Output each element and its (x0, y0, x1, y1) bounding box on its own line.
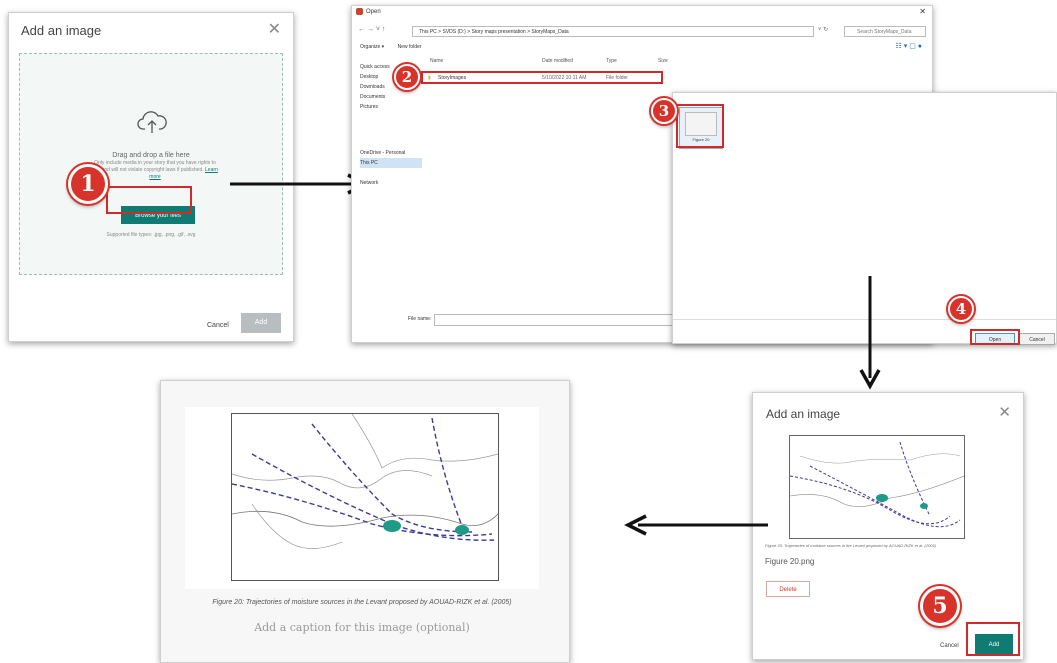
step-badge-4: 4 (948, 296, 974, 322)
highlight-browse (106, 186, 192, 214)
dialog-title: Add an image (766, 407, 841, 421)
map-figure-icon (231, 413, 499, 549)
close-icon[interactable]: ✕ (919, 7, 926, 16)
close-icon[interactable]: ✕ (998, 403, 1011, 421)
cancel-button[interactable]: Cancel (940, 643, 959, 649)
cancel-button[interactable]: Cancel (1019, 333, 1055, 345)
toolbar: Organize ▾ New folder (360, 44, 433, 50)
dialog-title: Add an image (21, 23, 102, 38)
col-name[interactable]: Name (430, 58, 443, 64)
nav-arrows-icon[interactable]: ← → ˅ ↑ (358, 26, 385, 33)
figure-caption: Figure 20: Trajectories of moisture sour… (212, 599, 512, 606)
delete-button[interactable]: Delete (766, 581, 810, 597)
new-folder-button[interactable]: New folder (398, 44, 422, 50)
add-image-dialog-preview: Add an image ✕ Figure 20: Trajectories o… (752, 392, 1024, 660)
nav-item-this-pc[interactable]: This PC (360, 158, 422, 168)
drop-zone[interactable]: Drag and drop a file here Only include m… (19, 53, 283, 275)
titlebar: Open ✕ (352, 6, 932, 20)
address-bar[interactable]: This PC > SVDS (D:) > Story maps present… (412, 26, 814, 37)
close-icon[interactable]: ✕ (268, 19, 281, 39)
step-badge-2: 2 (394, 64, 420, 90)
nav-item-network[interactable]: Network (360, 178, 422, 188)
col-size[interactable]: Size (658, 58, 668, 64)
cancel-button[interactable]: Cancel (207, 322, 229, 329)
figure-caption: Figure 20: Trajectories of moisture sour… (765, 543, 936, 548)
drag-drop-text: Drag and drop a file here (112, 152, 190, 159)
file-name-label: File name: (408, 316, 432, 322)
supported-types-text: Supported file types: .jpg, .png, .gif, … (106, 232, 196, 238)
col-date[interactable]: Date modified (542, 58, 573, 64)
step-badge-5: 5 (920, 586, 960, 626)
highlight-open (970, 329, 1020, 345)
arrow-right-1 (230, 173, 370, 195)
map-thumbnail-icon (789, 441, 965, 528)
app-icon (356, 8, 363, 15)
cloud-upload-icon (137, 111, 167, 133)
nav-item-documents[interactable]: Documents (360, 92, 422, 102)
caption-input[interactable]: Add a caption for this image (optional) (185, 621, 539, 634)
dialog-title: Open (366, 9, 381, 15)
nav-item-pictures[interactable]: Pictures (360, 102, 422, 112)
file-name-input[interactable] (434, 314, 676, 326)
rights-info-text: Only include media in your story that yo… (92, 160, 218, 180)
arrow-down (859, 276, 881, 390)
search-input[interactable]: Search StoryMaps_Data (844, 26, 926, 37)
organize-menu[interactable]: Organize ▾ (360, 44, 384, 50)
highlight-add (966, 622, 1020, 656)
view-options-icon[interactable]: ☷ ▾ ▢ ● (896, 42, 922, 50)
add-button-disabled: Add (241, 313, 281, 333)
map-image[interactable] (231, 413, 499, 581)
refresh-icon[interactable]: ˅ ↻ (818, 26, 828, 33)
step-badge-1: 1 (68, 164, 108, 204)
nav-item-onedrive[interactable]: OneDrive - Personal (360, 148, 422, 158)
highlight-folder-row (421, 71, 663, 84)
story-image-result: Figure 20: Trajectories of moisture sour… (160, 380, 570, 663)
col-type[interactable]: Type (606, 58, 617, 64)
arrow-left (624, 514, 768, 536)
image-preview (789, 435, 965, 539)
step-badge-3: 3 (651, 98, 677, 124)
highlight-file (676, 104, 724, 148)
file-name: Figure 20.png (765, 557, 815, 566)
